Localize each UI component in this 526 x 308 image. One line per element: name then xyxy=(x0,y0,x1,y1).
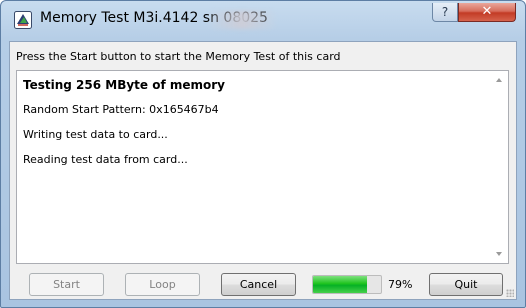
redacted-title-area xyxy=(209,11,275,29)
close-button[interactable]: ✕ xyxy=(458,3,516,22)
memory-card-icon xyxy=(14,11,32,29)
cancel-button[interactable]: Cancel xyxy=(221,273,296,296)
vertical-scrollbar[interactable] xyxy=(491,71,508,263)
log-line-heading: Testing 256 MByte of memory xyxy=(23,78,225,92)
log-line: Random Start Pattern: 0x165467b4 xyxy=(23,103,219,116)
start-button[interactable]: Start xyxy=(29,273,104,296)
progress-bar xyxy=(312,275,382,294)
memory-test-dialog: Memory Test M3i.4142 sn 08025 ? ✕ Press … xyxy=(0,0,526,308)
log-line: Writing test data to card... xyxy=(23,128,168,141)
title-bar[interactable]: Memory Test M3i.4142 sn 08025 ? ✕ xyxy=(1,1,525,41)
help-button[interactable]: ? xyxy=(432,3,458,22)
progress-bar-fill xyxy=(313,276,367,293)
dialog-body: Press the Start button to start the Memo… xyxy=(9,41,517,300)
progress-percent: 79% xyxy=(388,278,413,291)
scroll-up-arrow-icon[interactable] xyxy=(496,78,502,82)
loop-button[interactable]: Loop xyxy=(125,273,200,296)
quit-button[interactable]: Quit xyxy=(429,273,503,296)
instruction-text: Press the Start button to start the Memo… xyxy=(16,50,341,63)
resize-grip-icon[interactable] xyxy=(506,289,514,297)
log-output[interactable]: Testing 256 MByte of memory Random Start… xyxy=(16,70,509,264)
log-line: Reading test data from card... xyxy=(23,153,188,166)
scroll-down-arrow-icon[interactable] xyxy=(496,252,502,256)
